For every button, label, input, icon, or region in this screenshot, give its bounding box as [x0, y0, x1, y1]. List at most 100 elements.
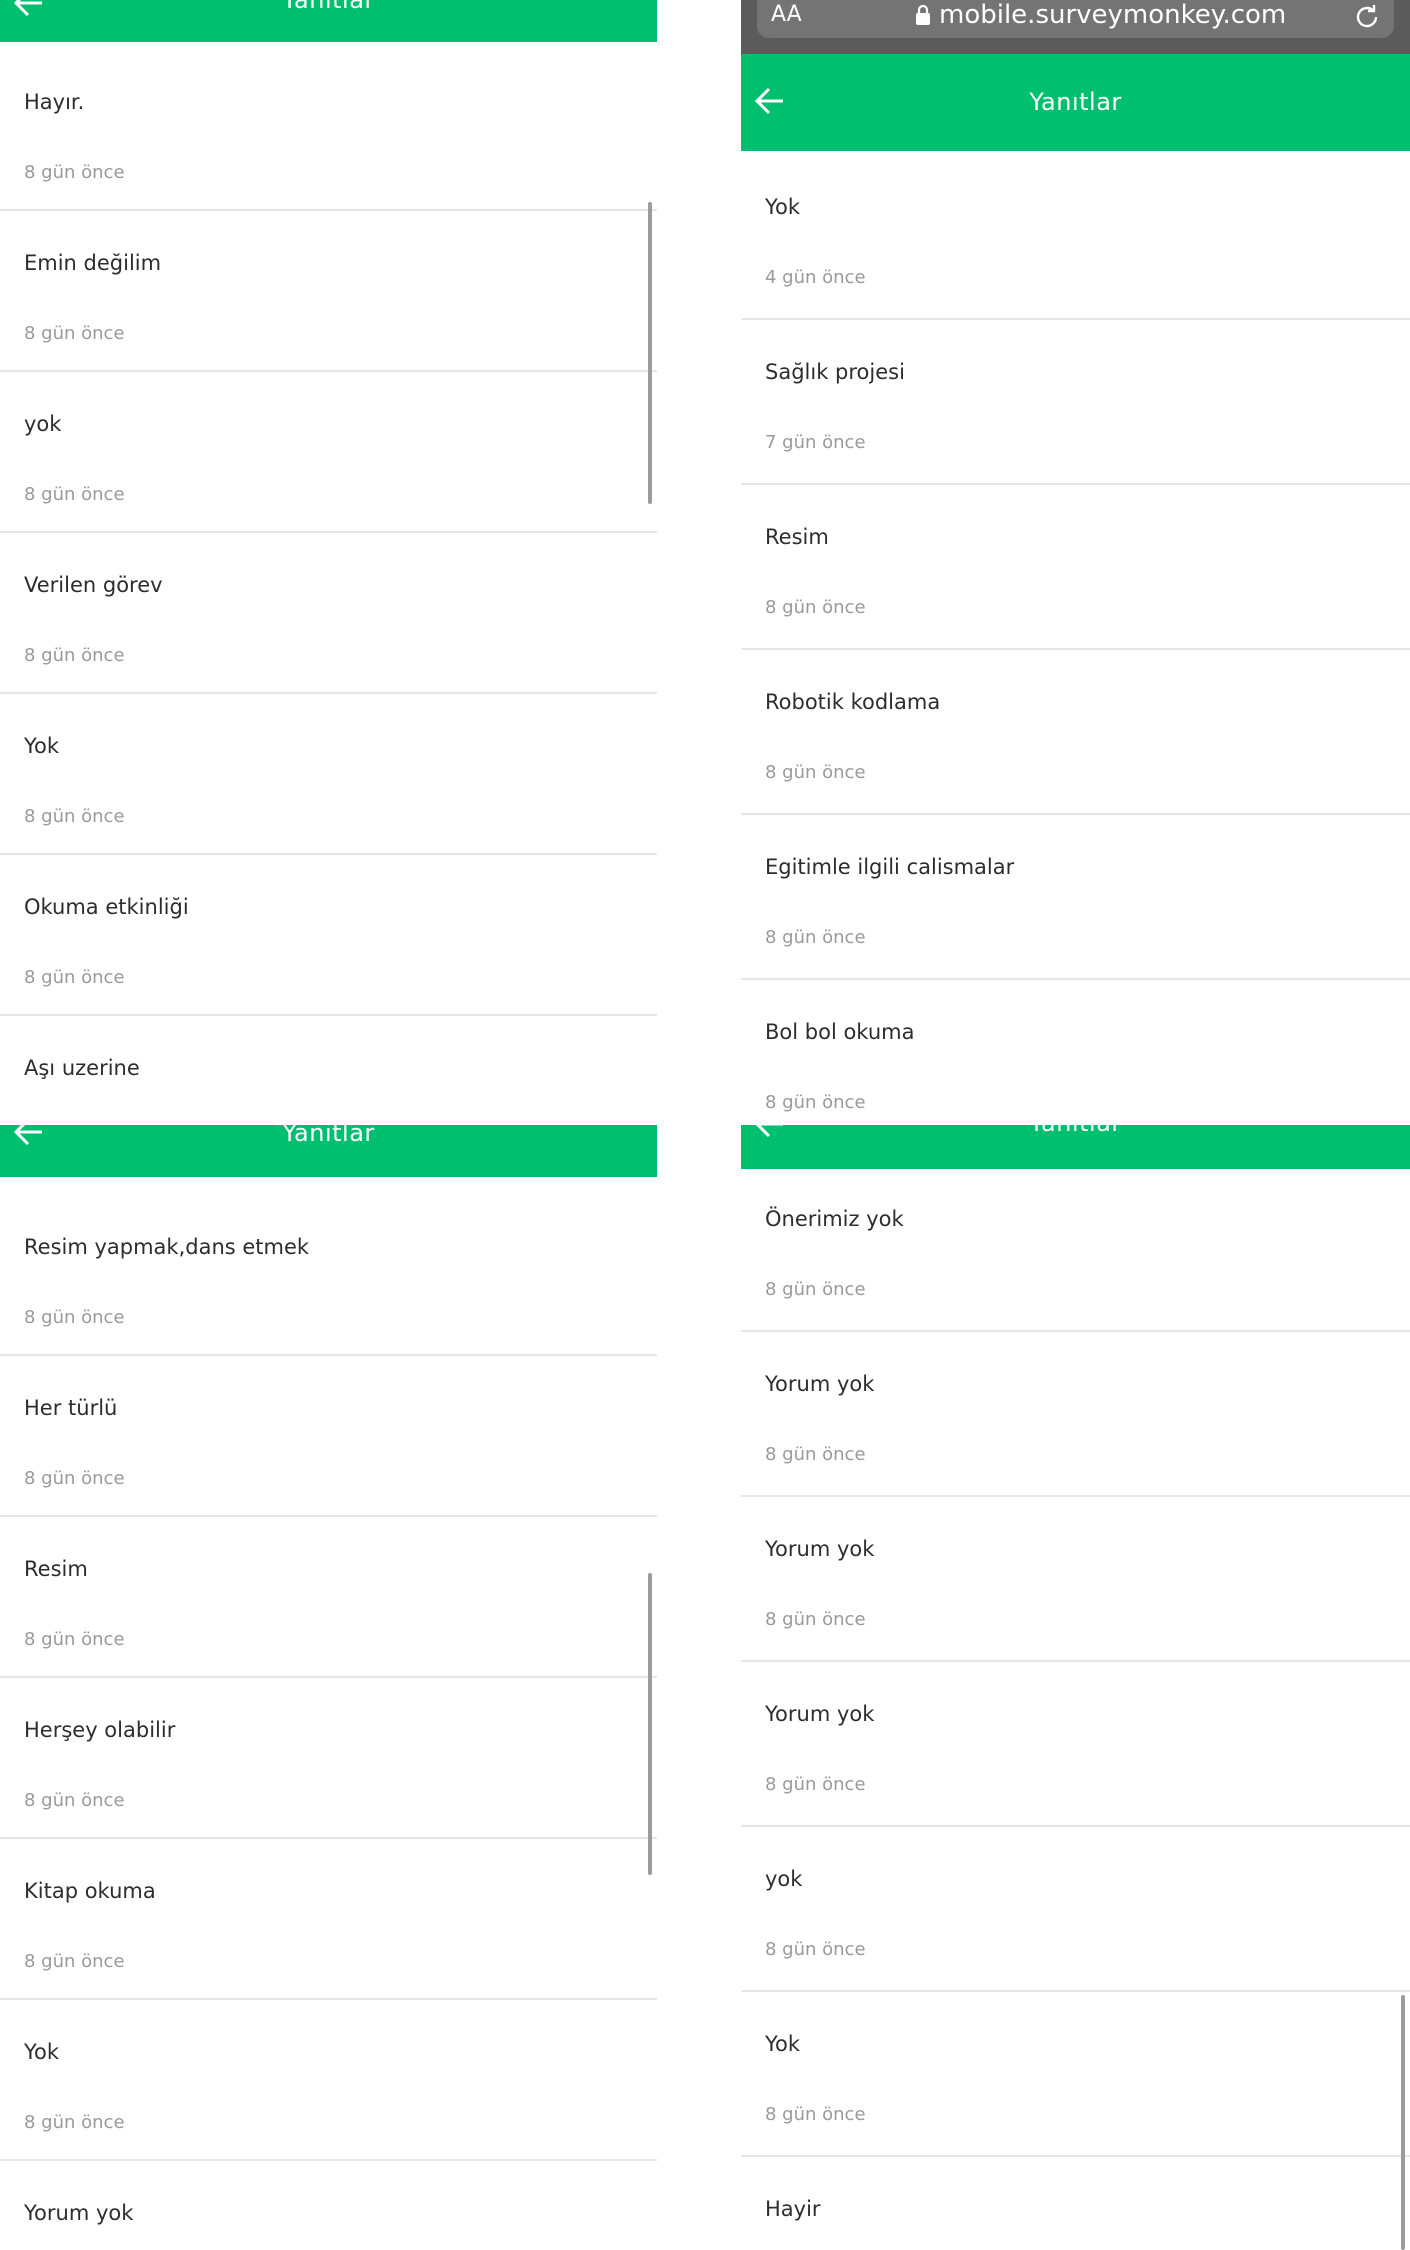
response-text: Önerimiz yok — [765, 1207, 904, 1231]
response-item[interactable]: yok 8 gün önce — [741, 1827, 1410, 1992]
scrollbar[interactable] — [648, 1573, 652, 1875]
response-time: 8 gün önce — [765, 762, 866, 783]
response-item[interactable]: Yorum yok — [0, 2161, 657, 2250]
response-time: 8 gün önce — [765, 1939, 866, 1960]
response-item[interactable]: Yorum yok 8 gün önce — [741, 1662, 1410, 1827]
response-time: 8 gün önce — [765, 1774, 866, 1795]
response-item[interactable]: Resim yapmak,dans etmek 8 gün önce — [0, 1195, 657, 1356]
response-item[interactable]: yok 8 gün önce — [0, 372, 657, 533]
response-time: 8 gün önce — [24, 1468, 125, 1489]
response-item[interactable]: Sağlık projesi 7 gün önce — [741, 320, 1410, 485]
responses-panel-4: Yanıtlar Önerimiz yok 8 gün önce Yorum y… — [741, 1125, 1410, 2250]
response-time: 8 gün önce — [765, 2104, 866, 2125]
response-text: Hayir — [765, 2197, 821, 2221]
response-item[interactable]: Hayır. 8 gün önce — [0, 50, 657, 211]
response-time: 8 gün önce — [24, 1307, 125, 1328]
header-bar: Yanıtlar — [0, 1125, 657, 1177]
response-text: Aşı uzerine — [24, 1056, 140, 1080]
response-text: Emin değilim — [24, 251, 162, 275]
header-title: Yanıtlar — [741, 1125, 1410, 1137]
response-text: Egitimle ilgili calismalar — [765, 855, 1015, 879]
response-time: 7 gün önce — [765, 432, 866, 453]
browser-chrome: AA mobile.surveymonkey.com — [741, 0, 1410, 54]
header-title: Yanıtlar — [1029, 88, 1122, 116]
url-text: mobile.surveymonkey.com — [939, 0, 1287, 30]
response-item[interactable]: Robotik kodlama 8 gün önce — [741, 650, 1410, 815]
response-time: 8 gün önce — [765, 927, 866, 948]
response-item[interactable]: Yok 8 gün önce — [0, 2000, 657, 2161]
lock-icon — [916, 4, 930, 25]
response-time: 8 gün önce — [24, 1790, 125, 1811]
reload-icon[interactable] — [1352, 2, 1382, 32]
response-time: 8 gün önce — [24, 2112, 125, 2133]
response-time: 8 gün önce — [765, 1092, 866, 1113]
response-text: Yorum yok — [765, 1702, 875, 1726]
response-item[interactable]: Resim 8 gün önce — [741, 485, 1410, 650]
response-item[interactable]: Okuma etkinliği 8 gün önce — [0, 855, 657, 1016]
response-time: 8 gün önce — [24, 323, 125, 344]
scrollbar[interactable] — [648, 202, 652, 504]
response-time: 8 gün önce — [765, 597, 866, 618]
response-item[interactable]: Hayir — [741, 2157, 1410, 2250]
response-time: 8 gün önce — [24, 806, 125, 827]
response-item[interactable]: Kitap okuma 8 gün önce — [0, 1839, 657, 2000]
response-time: 8 gün önce — [24, 1951, 125, 1972]
response-item[interactable]: Egitimle ilgili calismalar 8 gün önce — [741, 815, 1410, 980]
response-time: 8 gün önce — [24, 1629, 125, 1650]
response-text: Yok — [765, 195, 801, 219]
responses-panel-2: AA mobile.surveymonkey.com Yanıtlar Yok … — [741, 0, 1410, 1125]
response-text: Hayır. — [24, 90, 85, 114]
header-bar: Yanıtlar — [741, 54, 1410, 151]
header-bar: Yanıtlar — [0, 0, 657, 42]
response-text: Yok — [24, 734, 60, 758]
response-text: Yorum yok — [765, 1372, 875, 1396]
response-time: 4 gün önce — [765, 267, 866, 288]
response-item[interactable]: Yorum yok 8 gün önce — [741, 1497, 1410, 1662]
response-item[interactable]: Önerimiz yok 8 gün önce — [741, 1167, 1410, 1332]
scrollbar[interactable] — [1401, 1995, 1405, 2250]
address-bar[interactable]: AA mobile.surveymonkey.com — [757, 0, 1394, 38]
response-list: Yok 4 gün önce Sağlık projesi 7 gün önce… — [741, 155, 1410, 1125]
response-item[interactable]: Resim 8 gün önce — [0, 1517, 657, 1678]
response-text: Her türlü — [24, 1396, 118, 1420]
response-time: 8 gün önce — [24, 484, 125, 505]
response-item[interactable]: Yorum yok 8 gün önce — [741, 1332, 1410, 1497]
response-text: Bol bol okuma — [765, 1020, 915, 1044]
response-item[interactable]: Yok 4 gün önce — [741, 155, 1410, 320]
response-text: Sağlık projesi — [765, 360, 905, 384]
response-item[interactable]: Yok 8 gün önce — [0, 694, 657, 855]
response-list: Önerimiz yok 8 gün önce Yorum yok 8 gün … — [741, 1167, 1410, 2250]
response-text: yok — [765, 1867, 803, 1891]
response-time: 8 gün önce — [765, 1279, 866, 1300]
response-list: Resim yapmak,dans etmek 8 gün önce Her t… — [0, 1195, 657, 2250]
response-text: Robotik kodlama — [765, 690, 941, 714]
response-time: 8 gün önce — [24, 162, 125, 183]
response-time: 8 gün önce — [24, 967, 125, 988]
header-title: Yanıtlar — [282, 1125, 375, 1147]
response-text: Verilen görev — [24, 573, 163, 597]
response-item[interactable]: Her türlü 8 gün önce — [0, 1356, 657, 1517]
response-text: Resim yapmak,dans etmek — [24, 1235, 310, 1259]
response-item[interactable]: Herşey olabilir 8 gün önce — [0, 1678, 657, 1839]
response-item[interactable]: Verilen görev 8 gün önce — [0, 533, 657, 694]
text-size-button[interactable]: AA — [771, 2, 802, 27]
response-text: Resim — [24, 1557, 88, 1581]
response-text: Yok — [24, 2040, 60, 2064]
response-item[interactable]: Emin değilim 8 gün önce — [0, 211, 657, 372]
response-text: Yorum yok — [765, 1537, 875, 1561]
response-item[interactable]: Aşı uzerine — [0, 1016, 657, 1125]
response-text: Okuma etkinliği — [24, 895, 189, 919]
response-item[interactable]: Yok 8 gün önce — [741, 1992, 1410, 2157]
response-item[interactable]: Bol bol okuma 8 gün önce — [741, 980, 1410, 1125]
response-text: Yorum yok — [24, 2201, 134, 2225]
response-list: Hayır. 8 gün önce Emin değilim 8 gün önc… — [0, 50, 657, 1125]
response-time: 8 gün önce — [765, 1444, 866, 1465]
response-text: yok — [24, 412, 62, 436]
response-time: 8 gün önce — [24, 645, 125, 666]
responses-panel-3: Yanıtlar Resim yapmak,dans etmek 8 gün ö… — [0, 1125, 657, 2250]
responses-panel-1: Yanıtlar Hayır. 8 gün önce Emin değilim … — [0, 0, 657, 1125]
response-text: Resim — [765, 525, 829, 549]
header-bar: Yanıtlar — [741, 1125, 1410, 1169]
response-time: 8 gün önce — [765, 1609, 866, 1630]
response-text: Kitap okuma — [24, 1879, 156, 1903]
